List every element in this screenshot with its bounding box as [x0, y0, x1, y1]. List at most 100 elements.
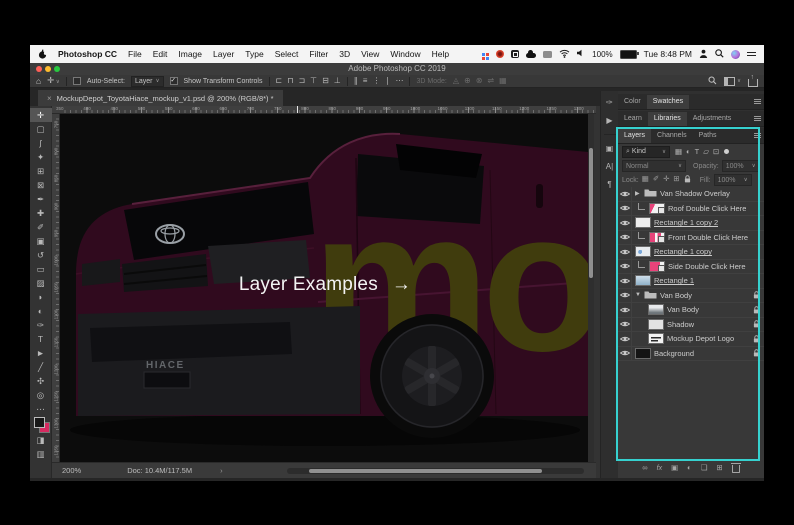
- menu-item-layer[interactable]: Layer: [213, 49, 234, 59]
- blend-mode-dropdown[interactable]: Normal ∨: [622, 160, 686, 172]
- crop-tool[interactable]: ⊞: [30, 164, 52, 178]
- cloud-sync-icon[interactable]: [526, 50, 537, 58]
- layer-name[interactable]: Roof Double Click Here: [668, 204, 746, 213]
- visibility-eye-icon[interactable]: [618, 259, 632, 273]
- lock-artboard-icon[interactable]: ⊞: [673, 175, 679, 185]
- eyedropper-tool[interactable]: ✒: [30, 192, 52, 206]
- siri-icon[interactable]: [731, 49, 740, 59]
- menu-item-type[interactable]: Type: [245, 49, 263, 59]
- layer-name[interactable]: Rectangle 1: [654, 276, 694, 285]
- canvas[interactable]: mo HIACE Layer Examples →: [60, 114, 588, 462]
- panel-menu-icon[interactable]: [754, 115, 761, 122]
- layer-row[interactable]: Roof Double Click Here: [618, 201, 764, 216]
- lock-all-icon[interactable]: [684, 175, 691, 185]
- layer-row[interactable]: Front Double Click Here: [618, 230, 764, 245]
- layer-thumbnail[interactable]: [635, 275, 651, 287]
- type-tool[interactable]: T: [30, 332, 52, 346]
- panel-menu-icon[interactable]: [754, 132, 761, 139]
- filter-adjustment-icon[interactable]: ◐: [686, 148, 691, 156]
- show-transform-checkbox[interactable]: [169, 76, 178, 85]
- color-swatches[interactable]: [30, 416, 52, 433]
- opacity-dropdown[interactable]: 100% ∨: [721, 160, 760, 172]
- home-icon[interactable]: ⌂: [36, 77, 41, 86]
- new-layer-icon[interactable]: ⊞: [716, 464, 722, 472]
- 3d-scale-icon[interactable]: ▦: [499, 77, 507, 85]
- tab-layers[interactable]: Layers: [618, 129, 652, 143]
- layer-thumbnail[interactable]: [649, 260, 665, 272]
- menu-item-edit[interactable]: Edit: [153, 49, 168, 59]
- filter-shape-icon[interactable]: ▱: [703, 148, 709, 156]
- menu-item-file[interactable]: File: [128, 49, 142, 59]
- layer-name[interactable]: Background: [654, 349, 694, 358]
- layer-row[interactable]: ▼ Van Body: [618, 288, 764, 303]
- quick-selection-tool[interactable]: ✦: [30, 150, 52, 164]
- tab-paths[interactable]: Paths: [693, 129, 723, 143]
- collapse-arrow-icon[interactable]: ▼: [635, 292, 641, 298]
- align-center-h-icon[interactable]: ⊓: [287, 77, 293, 85]
- notification-center-icon[interactable]: [747, 50, 756, 58]
- actions-panel-icon[interactable]: ▶: [606, 116, 612, 125]
- layer-row[interactable]: Rectangle 1 copy 2: [618, 216, 764, 231]
- keyboard-input-icon[interactable]: [543, 50, 553, 58]
- layer-row[interactable]: Background: [618, 346, 764, 361]
- menu-item-window[interactable]: Window: [390, 49, 420, 59]
- panel-menu-icon[interactable]: [754, 98, 761, 105]
- layer-mask-icon[interactable]: ▣: [671, 464, 678, 472]
- visibility-eye-icon[interactable]: [618, 288, 632, 302]
- visibility-eye-icon[interactable]: [618, 346, 632, 360]
- layer-name[interactable]: Van Body: [667, 305, 699, 314]
- dodge-tool[interactable]: ◐: [30, 304, 52, 318]
- layer-name[interactable]: Rectangle 1 copy: [654, 247, 712, 256]
- layer-name[interactable]: Shadow: [667, 320, 694, 329]
- layer-row[interactable]: Mockup Depot Logo: [618, 332, 764, 347]
- new-group-icon[interactable]: ❏: [701, 464, 708, 472]
- pen-tool[interactable]: ✑: [30, 318, 52, 332]
- layer-name[interactable]: Front Double Click Here: [668, 233, 748, 242]
- frame-tool[interactable]: ⊠: [30, 178, 52, 192]
- tab-swatches[interactable]: Swatches: [646, 95, 690, 109]
- layer-name[interactable]: Side Double Click Here: [668, 262, 746, 271]
- zoom-tool[interactable]: ◎: [30, 388, 52, 402]
- align-middle-icon[interactable]: ⊟: [322, 77, 329, 85]
- 3d-rotate-icon[interactable]: ◬: [453, 77, 459, 85]
- layer-row[interactable]: Rectangle 1: [618, 274, 764, 289]
- distribute-top-icon[interactable]: ∣: [385, 77, 389, 85]
- align-left-icon[interactable]: ⊏: [276, 77, 283, 85]
- distribute-v-icon[interactable]: ≡: [363, 77, 368, 85]
- 3d-slide-icon[interactable]: ⇌: [487, 77, 494, 85]
- zoom-level[interactable]: 200%: [62, 466, 81, 475]
- tab-libraries[interactable]: Libraries: [647, 112, 687, 126]
- lock-transparent-icon[interactable]: ▦: [642, 175, 649, 185]
- red-app-icon[interactable]: [496, 50, 505, 58]
- document-tab[interactable]: × MockupDepot_ToyotaHiace_mockup_v1.psd …: [38, 90, 283, 106]
- spot-healing-tool[interactable]: ✚: [30, 206, 52, 220]
- more-align-options-icon[interactable]: ⋯: [395, 77, 403, 85]
- capture-app-icon[interactable]: [511, 50, 520, 58]
- menu-item-view[interactable]: View: [361, 49, 379, 59]
- screen-mode-button[interactable]: ▥: [30, 447, 52, 461]
- hand-tool[interactable]: ✣: [30, 374, 52, 388]
- auto-select-target-dropdown[interactable]: Layer ∨: [130, 75, 164, 87]
- menu-item-select[interactable]: Select: [275, 49, 299, 59]
- clone-stamp-tool[interactable]: ▣: [30, 234, 52, 248]
- layer-thumbnail[interactable]: [649, 202, 665, 214]
- quick-mask-button[interactable]: ◨: [30, 433, 52, 447]
- filter-kind-dropdown[interactable]: ⌕ Kind ∨: [622, 145, 670, 158]
- layer-name[interactable]: Mockup Depot Logo: [667, 334, 734, 343]
- layer-effects-icon[interactable]: fx: [657, 465, 662, 472]
- tab-color[interactable]: Color: [618, 95, 647, 109]
- layer-thumbnail[interactable]: [649, 231, 665, 243]
- paragraph-panel-icon[interactable]: ¶: [607, 180, 611, 189]
- visibility-eye-icon[interactable]: [618, 216, 632, 230]
- layer-row[interactable]: Shadow: [618, 317, 764, 332]
- visibility-eye-icon[interactable]: [618, 187, 632, 201]
- 3d-roll-icon[interactable]: ⊕: [464, 77, 471, 85]
- align-bottom-icon[interactable]: ⊥: [334, 77, 341, 85]
- link-layers-icon[interactable]: ∞: [642, 464, 647, 472]
- visibility-eye-icon[interactable]: [618, 303, 632, 317]
- vertical-scrollbar-thumb[interactable]: [589, 148, 593, 278]
- app-menu[interactable]: Photoshop CC: [58, 49, 117, 59]
- filter-smart-object-icon[interactable]: ⊡: [713, 148, 719, 156]
- filter-pixel-icon[interactable]: ▦: [675, 148, 682, 156]
- layer-thumbnail[interactable]: [648, 318, 664, 330]
